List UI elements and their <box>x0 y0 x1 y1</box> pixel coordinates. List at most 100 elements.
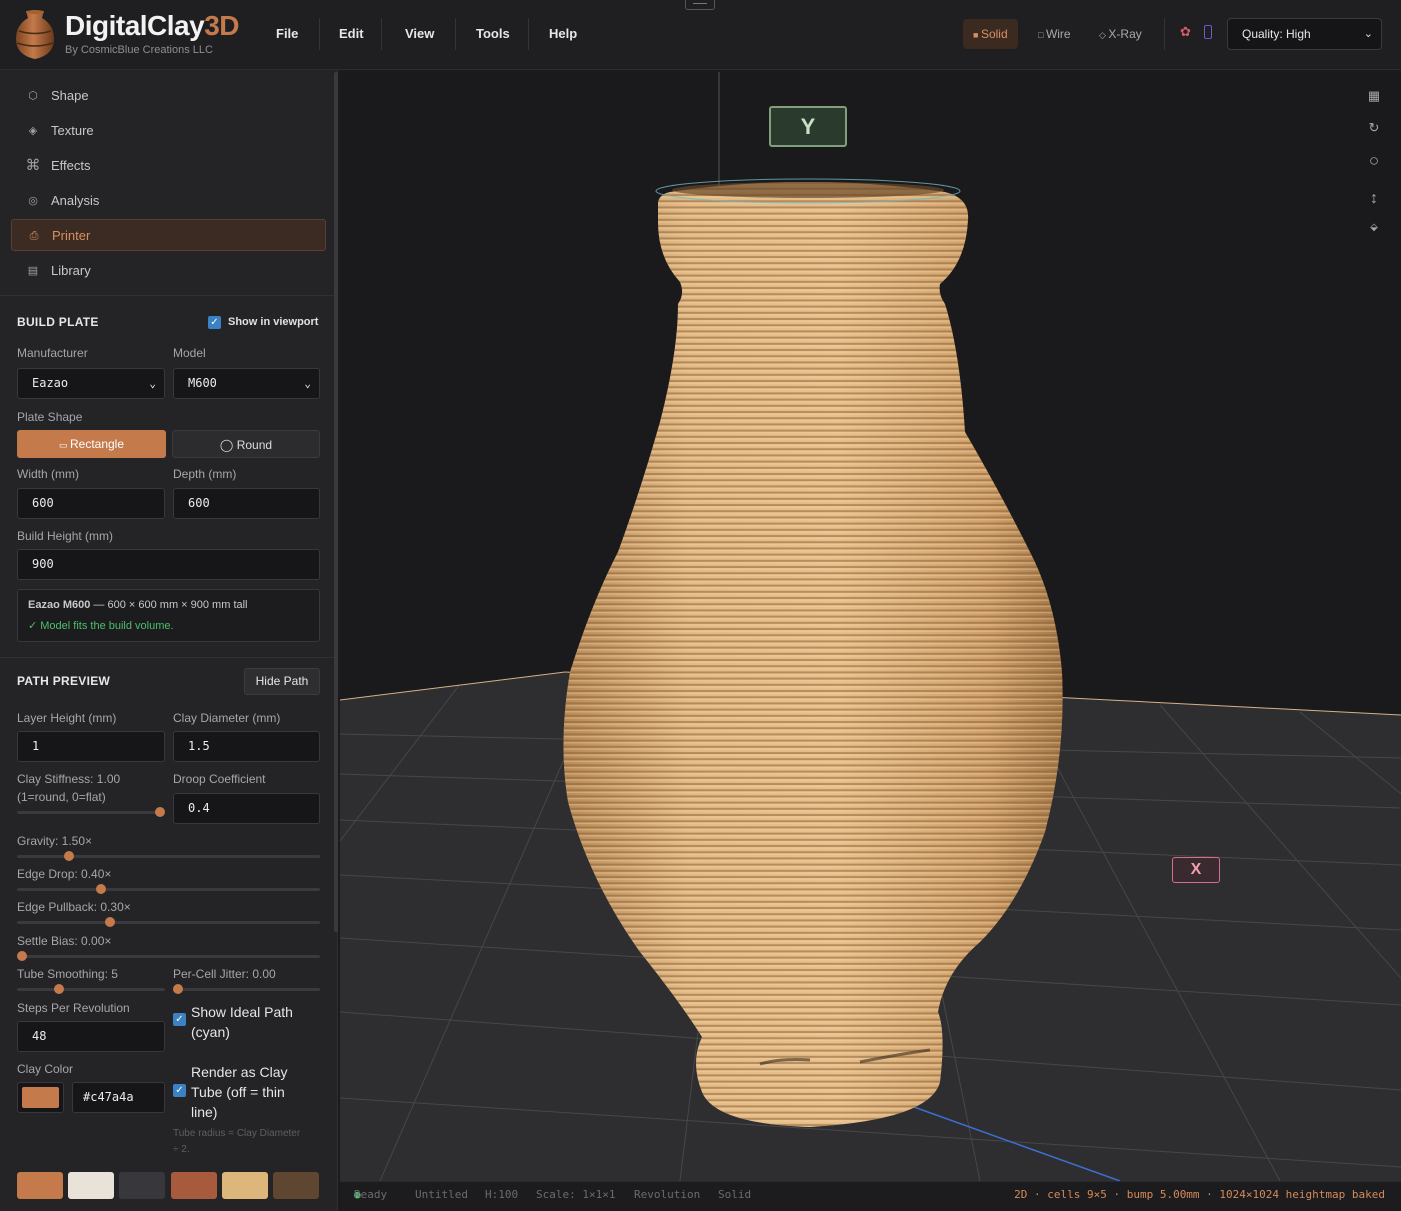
top-bar: DigitalClay3D By CosmicBlue Creations LL… <box>0 0 1401 70</box>
collapse-icon[interactable]: ⬙ <box>1366 222 1382 238</box>
nav-effects[interactable]: ⌘ Effects <box>11 150 326 182</box>
palette-icon[interactable]: ✿ <box>1180 24 1196 42</box>
width-label: Width (mm) <box>17 467 79 481</box>
depth-label: Depth (mm) <box>173 467 237 481</box>
model-select[interactable]: M600 ⌄ <box>173 368 320 399</box>
steps-label: Steps Per Revolution <box>17 1001 130 1015</box>
library-icon: ▤ <box>27 265 39 277</box>
slider-thumb[interactable] <box>173 984 183 994</box>
status-filename: Untitled <box>415 1188 468 1201</box>
mode-solid-button[interactable]: ■ Solid <box>963 19 1018 49</box>
nav-library[interactable]: ▤ Library <box>11 255 326 287</box>
layer-height-input[interactable]: 1 <box>17 731 165 762</box>
jitter-slider[interactable] <box>173 984 320 994</box>
nav-printer[interactable]: ⎙ Printer <box>11 219 326 251</box>
show-in-viewport-label: Show in viewport <box>228 316 319 328</box>
diamond-icon: ◈ <box>28 125 38 137</box>
target-icon: ◎ <box>28 195 38 207</box>
manufacturer-label: Manufacturer <box>17 346 88 360</box>
build-summary-dims: — 600 × 600 mm × 900 mm tall <box>90 599 248 611</box>
settle-bias-slider[interactable] <box>17 951 320 961</box>
plate-rectangle-button[interactable]: ▭ Rectangle <box>17 430 166 458</box>
edge-drop-label: Edge Drop: 0.40× <box>17 867 112 881</box>
hexagon-icon: ⬡ <box>28 90 38 102</box>
divider <box>0 295 337 296</box>
status-height: H:100 <box>485 1188 519 1201</box>
slider-thumb[interactable] <box>104 917 115 927</box>
model-label: Model <box>173 346 206 360</box>
y-axis-label: Y <box>769 106 847 147</box>
build-height-input[interactable]: 900 <box>17 549 320 580</box>
status-mode: Revolution <box>634 1188 701 1201</box>
printer-icon: ⎙ <box>29 230 39 242</box>
status-scale: Scale: 1×1×1 <box>536 1188 616 1201</box>
clay-color-label: Clay Color <box>17 1062 74 1076</box>
command-icon: ⌘ <box>25 157 41 174</box>
width-input[interactable]: 600 <box>17 488 165 519</box>
tube-radius-note: Tube radius = Clay Diameter ÷ 2. <box>173 1128 301 1155</box>
render-clay-tube-checkbox[interactable]: ✓ <box>173 1084 186 1097</box>
gravity-slider[interactable] <box>17 851 320 861</box>
mode-wire-button[interactable]: □ Wire <box>1028 19 1081 49</box>
settle-bias-label: Settle Bias: 0.00× <box>17 934 112 948</box>
nav-analysis[interactable]: ◎ Analysis <box>11 185 326 217</box>
swatch-cream[interactable] <box>68 1172 114 1199</box>
plate-round-button[interactable]: ◯ Round <box>172 430 320 458</box>
fit-status: ✓ Model fits the build volume. <box>28 620 174 632</box>
clay-color-hex-input[interactable]: #c47a4a <box>72 1082 165 1113</box>
nav-texture[interactable]: ◈ Texture <box>11 115 326 147</box>
menu-view[interactable]: View <box>387 18 452 50</box>
build-plate-title: BUILD PLATE <box>17 315 99 329</box>
menu-help[interactable]: Help <box>531 18 595 50</box>
quality-select[interactable]: Quality: High ⌄ <box>1227 18 1382 50</box>
show-ideal-path-label: Show Ideal Path (cyan) <box>191 1004 293 1040</box>
depth-input[interactable]: 600 <box>173 488 320 519</box>
jitter-label: Per-Cell Jitter: 0.00 <box>173 967 276 981</box>
menu-tools[interactable]: Tools <box>458 18 528 50</box>
edge-pullback-slider[interactable] <box>17 917 320 927</box>
swatch-rust[interactable] <box>171 1172 217 1199</box>
hide-path-button[interactable]: Hide Path <box>244 668 320 695</box>
grid-icon[interactable]: ▦ <box>1366 88 1382 104</box>
swatch-umber[interactable] <box>273 1172 319 1199</box>
drag-handle[interactable] <box>685 0 715 10</box>
status-render: Solid <box>718 1188 752 1201</box>
slider-thumb[interactable] <box>155 807 165 817</box>
menu-edit[interactable]: Edit <box>321 18 382 50</box>
edge-drop-slider[interactable] <box>17 884 320 894</box>
circle-icon[interactable]: ○ <box>1366 152 1382 170</box>
swatch-sand[interactable] <box>222 1172 268 1199</box>
stiffness-label: Clay Stiffness: 1.00 <box>17 772 121 786</box>
swatch-terracotta[interactable] <box>17 1172 63 1199</box>
3d-viewport[interactable]: Y X ▦ ↻ ○ ↕ ⬙ <box>340 72 1401 1181</box>
render-clay-tube-label: Render as Clay Tube (off = thin line) <box>191 1064 288 1120</box>
sidebar-scrollbar[interactable] <box>334 72 338 932</box>
rotate-icon[interactable]: ↻ <box>1366 120 1382 136</box>
scene-canvas[interactable] <box>340 72 1401 1181</box>
slider-thumb[interactable] <box>17 951 27 961</box>
menu-divider <box>381 18 382 50</box>
menu-divider <box>319 18 320 50</box>
tube-smoothing-label: Tube Smoothing: 5 <box>17 967 118 981</box>
clay-color-preview <box>22 1087 59 1108</box>
plate-shape-label: Plate Shape <box>17 410 83 424</box>
view-cube-icon[interactable] <box>1204 25 1212 39</box>
steps-input[interactable]: 48 <box>17 1021 165 1052</box>
droop-input[interactable]: 0.4 <box>173 793 320 824</box>
show-ideal-path-checkbox[interactable]: ✓ <box>173 1013 186 1026</box>
stiffness-slider[interactable] <box>17 807 165 817</box>
vertical-arrows-icon[interactable]: ↕ <box>1366 190 1382 207</box>
clay-color-picker[interactable] <box>17 1082 64 1113</box>
manufacturer-select[interactable]: Eazao ⌄ <box>17 368 165 399</box>
nav-shape[interactable]: ⬡ Shape <box>11 80 326 112</box>
tube-smoothing-slider[interactable] <box>17 984 165 994</box>
show-in-viewport-checkbox[interactable]: ✓ <box>208 316 221 329</box>
build-height-label: Build Height (mm) <box>17 529 114 543</box>
menu-file[interactable]: File <box>258 18 316 50</box>
clay-diameter-input[interactable]: 1.5 <box>173 731 320 762</box>
mode-xray-button[interactable]: ◇ X-Ray <box>1089 19 1152 49</box>
swatch-charcoal[interactable] <box>119 1172 165 1199</box>
slider-thumb[interactable] <box>63 851 74 861</box>
clay-diameter-label: Clay Diameter (mm) <box>173 711 281 725</box>
stiffness-sub-label: (1=round, 0=flat) <box>17 790 106 804</box>
